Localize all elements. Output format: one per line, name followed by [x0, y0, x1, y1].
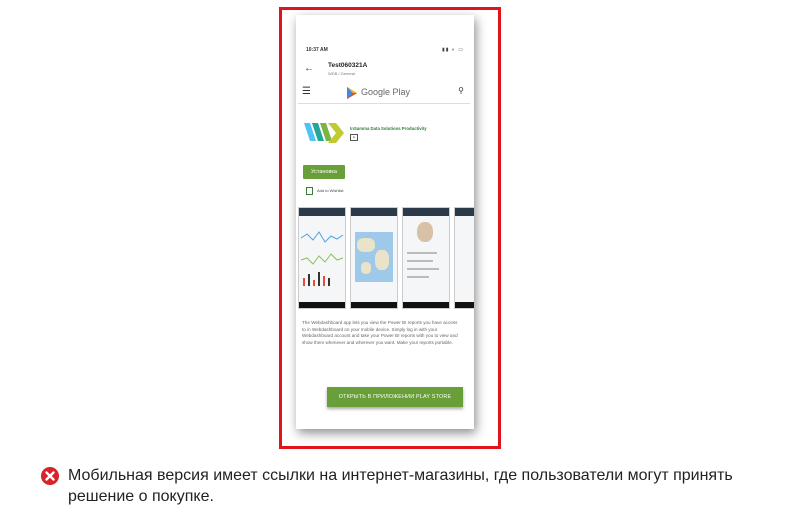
x-error-icon: [41, 467, 59, 485]
app-subtitle: WDB / General: [328, 71, 355, 76]
open-in-play-store-button[interactable]: ОТКРЫТЬ В ПРИЛОЖЕНИИ PLAY STORE: [327, 387, 463, 407]
wishlist-link[interactable]: Add to Wishlist: [306, 187, 343, 195]
rating-badge-icon: E: [350, 134, 358, 141]
developer-name[interactable]: InSumma Data Solutions Productivity: [350, 126, 427, 131]
screenshot-thumb[interactable]: [350, 207, 398, 309]
app-bar: ← Test060321A WDB / General: [302, 59, 468, 79]
back-arrow-icon[interactable]: ←: [304, 63, 314, 74]
caption-text: Мобильная версия имеет ссылки на интерне…: [68, 467, 733, 505]
app-description: The Webdashboard app lets you view the P…: [302, 320, 458, 345]
screenshot-carousel[interactable]: [298, 207, 474, 311]
screenshot-thumb[interactable]: [454, 207, 474, 309]
wishlist-label: Add to Wishlist: [317, 188, 344, 194]
list-thumb-icon: [407, 252, 439, 278]
status-time: 10:37 AM: [306, 47, 328, 53]
app-title: Test060321A: [328, 62, 368, 69]
status-icons: ▮▮ ◐ ▭: [441, 47, 464, 53]
avatar-thumb: [417, 222, 433, 242]
chart-thumb-icon: [300, 231, 344, 286]
screenshot-thumb[interactable]: [298, 207, 346, 309]
map-thumb: [355, 232, 393, 282]
store-name: Google Play: [361, 87, 411, 97]
search-icon[interactable]: ⚲: [458, 86, 464, 95]
google-play-logo: Google Play: [346, 86, 426, 100]
screenshot-thumb[interactable]: [402, 207, 450, 309]
play-triangle-icon: [347, 87, 357, 99]
app-logo-icon: [304, 119, 346, 147]
status-bar: 10:37 AM ▮▮ ◐ ▭: [306, 47, 466, 57]
install-button[interactable]: Установка: [303, 165, 345, 179]
phone-screenshot: 10:37 AM ▮▮ ◐ ▭ ← Test060321A WDB / Gene…: [296, 15, 474, 429]
highlight-frame: 10:37 AM ▮▮ ◐ ▭ ← Test060321A WDB / Gene…: [279, 7, 501, 449]
bookmark-icon: [306, 187, 313, 195]
menu-icon[interactable]: ☰: [302, 86, 311, 97]
store-header: ☰ Google Play ⚲: [298, 83, 470, 104]
